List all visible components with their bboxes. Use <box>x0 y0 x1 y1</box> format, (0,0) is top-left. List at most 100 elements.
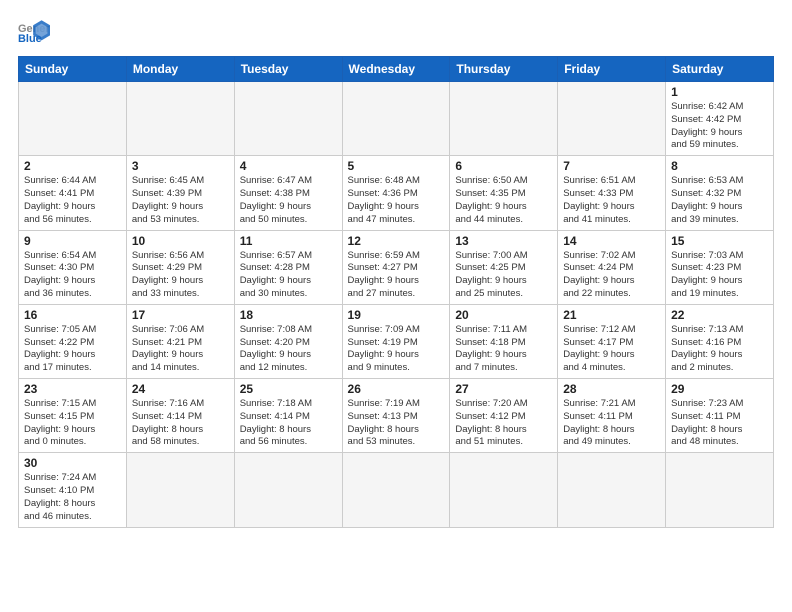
calendar-row-4: 23Sunrise: 7:15 AM Sunset: 4:15 PM Dayli… <box>19 379 774 453</box>
calendar-cell: 28 Sunrise: 7:21 AM Sunset: 4:11 PM Dayli… <box>558 379 666 453</box>
day-info: Sunrise: 7:13 AM Sunset: 4:16 PM Dayligh… <box>671 324 768 375</box>
calendar-cell: 18Sunrise: 7:08 AM Sunset: 4:20 PM Dayli… <box>234 304 342 378</box>
day-number: 5 <box>348 159 445 173</box>
day-info: Sunrise: 6:59 AM Sunset: 4:27 PM Dayligh… <box>348 250 445 301</box>
day-info: Sunrise: 7:02 AM Sunset: 4:24 PM Dayligh… <box>563 250 660 301</box>
day-number: 20 <box>455 308 552 322</box>
day-info: Sunrise: 7:24 AM Sunset: 4:10 PM Dayligh… <box>24 472 121 523</box>
day-number: 19 <box>348 308 445 322</box>
day-number: 26 <box>348 382 445 396</box>
calendar-row-3: 16 Sunrise: 7:05 AM Sunset: 4:22 PM Dayli… <box>19 304 774 378</box>
calendar-row-1: 2 Sunrise: 6:44 AM Sunset: 4:41 PM Daylig… <box>19 156 774 230</box>
calendar-cell <box>126 453 234 527</box>
calendar-cell: 10 Sunrise: 6:56 AM Sunset: 4:29 PM Dayli… <box>126 230 234 304</box>
header: General Blue <box>18 18 774 46</box>
calendar-cell: 4Sunrise: 6:47 AM Sunset: 4:38 PM Daylig… <box>234 156 342 230</box>
day-number: 10 <box>132 234 229 248</box>
calendar-cell: 24 Sunrise: 7:16 AM Sunset: 4:14 PM Dayli… <box>126 379 234 453</box>
day-number: 22 <box>671 308 768 322</box>
calendar-cell <box>666 453 774 527</box>
day-info: Sunrise: 7:19 AM Sunset: 4:13 PM Dayligh… <box>348 398 445 449</box>
day-info: Sunrise: 7:20 AM Sunset: 4:12 PM Dayligh… <box>455 398 552 449</box>
calendar-cell: 20 Sunrise: 7:11 AM Sunset: 4:18 PM Dayli… <box>450 304 558 378</box>
calendar-cell: 25 Sunrise: 7:18 AM Sunset: 4:14 PM Dayli… <box>234 379 342 453</box>
calendar-cell <box>19 82 127 156</box>
day-number: 8 <box>671 159 768 173</box>
day-info: Sunrise: 6:56 AM Sunset: 4:29 PM Dayligh… <box>132 250 229 301</box>
calendar: SundayMondayTuesdayWednesdayThursdayFrid… <box>18 56 774 528</box>
day-info: Sunrise: 7:08 AM Sunset: 4:20 PM Dayligh… <box>240 324 337 375</box>
day-number: 9 <box>24 234 121 248</box>
calendar-header: SundayMondayTuesdayWednesdayThursdayFrid… <box>19 57 774 82</box>
calendar-cell: 30 Sunrise: 7:24 AM Sunset: 4:10 PM Dayli… <box>19 453 127 527</box>
calendar-cell: 5Sunrise: 6:48 AM Sunset: 4:36 PM Daylig… <box>342 156 450 230</box>
day-number: 3 <box>132 159 229 173</box>
day-info: Sunrise: 7:05 AM Sunset: 4:22 PM Dayligh… <box>24 324 121 375</box>
day-number: 28 <box>563 382 660 396</box>
weekday-header-tuesday: Tuesday <box>234 57 342 82</box>
day-info: Sunrise: 6:44 AM Sunset: 4:41 PM Dayligh… <box>24 175 121 226</box>
calendar-cell <box>342 453 450 527</box>
day-info: Sunrise: 7:18 AM Sunset: 4:14 PM Dayligh… <box>240 398 337 449</box>
calendar-cell: 17Sunrise: 7:06 AM Sunset: 4:21 PM Dayli… <box>126 304 234 378</box>
calendar-cell <box>234 82 342 156</box>
day-info: Sunrise: 7:16 AM Sunset: 4:14 PM Dayligh… <box>132 398 229 449</box>
calendar-cell <box>126 82 234 156</box>
day-info: Sunrise: 6:42 AM Sunset: 4:42 PM Dayligh… <box>671 101 768 152</box>
day-number: 2 <box>24 159 121 173</box>
calendar-cell <box>450 453 558 527</box>
day-info: Sunrise: 7:03 AM Sunset: 4:23 PM Dayligh… <box>671 250 768 301</box>
calendar-cell: 21 Sunrise: 7:12 AM Sunset: 4:17 PM Dayli… <box>558 304 666 378</box>
weekday-header-friday: Friday <box>558 57 666 82</box>
weekday-header-saturday: Saturday <box>666 57 774 82</box>
day-number: 30 <box>24 456 121 470</box>
day-info: Sunrise: 7:21 AM Sunset: 4:11 PM Dayligh… <box>563 398 660 449</box>
calendar-row-0: 1 Sunrise: 6:42 AM Sunset: 4:42 PM Daylig… <box>19 82 774 156</box>
day-number: 21 <box>563 308 660 322</box>
day-number: 25 <box>240 382 337 396</box>
day-info: Sunrise: 6:54 AM Sunset: 4:30 PM Dayligh… <box>24 250 121 301</box>
day-info: Sunrise: 6:57 AM Sunset: 4:28 PM Dayligh… <box>240 250 337 301</box>
calendar-cell <box>234 453 342 527</box>
day-number: 14 <box>563 234 660 248</box>
day-info: Sunrise: 6:45 AM Sunset: 4:39 PM Dayligh… <box>132 175 229 226</box>
calendar-cell: 19Sunrise: 7:09 AM Sunset: 4:19 PM Dayli… <box>342 304 450 378</box>
calendar-cell: 8Sunrise: 6:53 AM Sunset: 4:32 PM Daylig… <box>666 156 774 230</box>
day-number: 16 <box>24 308 121 322</box>
calendar-cell: 14 Sunrise: 7:02 AM Sunset: 4:24 PM Dayli… <box>558 230 666 304</box>
day-number: 29 <box>671 382 768 396</box>
day-info: Sunrise: 7:23 AM Sunset: 4:11 PM Dayligh… <box>671 398 768 449</box>
weekday-header-thursday: Thursday <box>450 57 558 82</box>
calendar-cell: 26 Sunrise: 7:19 AM Sunset: 4:13 PM Dayli… <box>342 379 450 453</box>
day-number: 15 <box>671 234 768 248</box>
calendar-cell: 11Sunrise: 6:57 AM Sunset: 4:28 PM Dayli… <box>234 230 342 304</box>
day-number: 4 <box>240 159 337 173</box>
calendar-cell: 1 Sunrise: 6:42 AM Sunset: 4:42 PM Daylig… <box>666 82 774 156</box>
logo: General Blue <box>18 18 54 46</box>
day-info: Sunrise: 7:11 AM Sunset: 4:18 PM Dayligh… <box>455 324 552 375</box>
day-number: 23 <box>24 382 121 396</box>
weekday-row: SundayMondayTuesdayWednesdayThursdayFrid… <box>19 57 774 82</box>
calendar-cell: 9 Sunrise: 6:54 AM Sunset: 4:30 PM Daylig… <box>19 230 127 304</box>
day-number: 12 <box>348 234 445 248</box>
calendar-row-2: 9 Sunrise: 6:54 AM Sunset: 4:30 PM Daylig… <box>19 230 774 304</box>
calendar-row-5: 30 Sunrise: 7:24 AM Sunset: 4:10 PM Dayli… <box>19 453 774 527</box>
day-info: Sunrise: 6:50 AM Sunset: 4:35 PM Dayligh… <box>455 175 552 226</box>
day-number: 1 <box>671 85 768 99</box>
weekday-header-monday: Monday <box>126 57 234 82</box>
calendar-cell <box>342 82 450 156</box>
day-number: 27 <box>455 382 552 396</box>
day-info: Sunrise: 7:12 AM Sunset: 4:17 PM Dayligh… <box>563 324 660 375</box>
calendar-cell: 16 Sunrise: 7:05 AM Sunset: 4:22 PM Dayli… <box>19 304 127 378</box>
day-number: 6 <box>455 159 552 173</box>
calendar-cell: 23Sunrise: 7:15 AM Sunset: 4:15 PM Dayli… <box>19 379 127 453</box>
calendar-cell: 2 Sunrise: 6:44 AM Sunset: 4:41 PM Daylig… <box>19 156 127 230</box>
calendar-cell: 29 Sunrise: 7:23 AM Sunset: 4:11 PM Dayli… <box>666 379 774 453</box>
day-info: Sunrise: 6:51 AM Sunset: 4:33 PM Dayligh… <box>563 175 660 226</box>
calendar-cell <box>558 453 666 527</box>
day-info: Sunrise: 7:06 AM Sunset: 4:21 PM Dayligh… <box>132 324 229 375</box>
day-number: 13 <box>455 234 552 248</box>
calendar-cell: 6 Sunrise: 6:50 AM Sunset: 4:35 PM Daylig… <box>450 156 558 230</box>
page: General Blue SundayMondayTuesdayWednesda… <box>0 0 792 612</box>
day-number: 24 <box>132 382 229 396</box>
